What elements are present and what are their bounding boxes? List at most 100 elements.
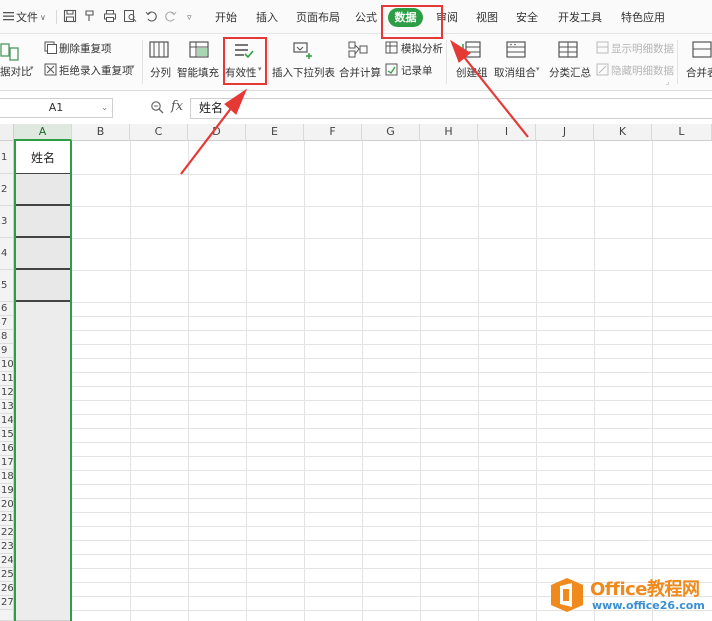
column-header-b[interactable]: B [72, 124, 130, 141]
column-header-f[interactable]: F [304, 124, 362, 141]
insert-dropdown-list-button[interactable]: 插入下拉列表 [272, 65, 335, 80]
row-header-13[interactable]: 13 [0, 400, 14, 414]
zoom-search-icon[interactable] [150, 100, 164, 114]
row-header-1[interactable]: 1 [0, 141, 14, 174]
save-icon[interactable] [63, 9, 77, 23]
cell-a5[interactable] [15, 270, 71, 302]
smart-fill-button[interactable]: 智能填充 [177, 65, 219, 80]
cell-a2[interactable] [15, 174, 71, 206]
sheet-grid[interactable]: A B C D E F G H I J K L 姓名 1 2 3 4 5 6 7… [0, 124, 712, 621]
show-detail-button[interactable]: 显示明细数据 [611, 41, 674, 56]
cell-a3[interactable] [15, 206, 71, 238]
group-expander-icon[interactable]: ⌟ [666, 78, 669, 86]
subtotal-icon [558, 40, 578, 60]
ungroup-button[interactable]: 取消组合 [494, 65, 536, 80]
column-header-l[interactable]: L [652, 124, 712, 141]
subtotal-button[interactable]: 分类汇总 [549, 65, 591, 80]
row-header-16[interactable]: 16 [0, 442, 14, 456]
tab-page-layout[interactable]: 页面布局 [296, 9, 340, 27]
record-form-button[interactable]: 记录单 [401, 63, 433, 78]
row-header-24[interactable]: 24 [0, 554, 14, 568]
row-header-8[interactable]: 8 [0, 330, 14, 344]
file-menu[interactable]: 文件 [16, 9, 38, 27]
tab-special-features[interactable]: 特色应用 [621, 9, 665, 27]
quick-access-dropdown-icon[interactable]: ▿ [187, 9, 192, 27]
select-all-corner[interactable] [0, 124, 14, 141]
consolidate-button[interactable]: 合并计算 [339, 65, 381, 80]
office26-watermark: Office教程网 www.office26.com [548, 575, 708, 615]
row-header-9[interactable]: 9 [0, 344, 14, 358]
insert-function-icon[interactable]: fx [171, 99, 183, 114]
row-header-25[interactable]: 25 [0, 568, 14, 582]
create-group-button[interactable]: 创建组 [456, 65, 488, 80]
data-validation-button[interactable]: 有效性 [225, 65, 257, 80]
column-header-k[interactable]: K [594, 124, 652, 141]
row-header-5[interactable]: 5 [0, 270, 14, 302]
row-header-7[interactable]: 7 [0, 316, 14, 330]
column-header-a[interactable]: A [14, 124, 72, 141]
redo-icon[interactable] [164, 9, 178, 23]
print-icon[interactable] [103, 9, 117, 23]
tab-data[interactable]: 数据 [388, 8, 423, 27]
tab-formulas[interactable]: 公式 [355, 9, 377, 27]
merge-tables-button[interactable]: 合并表 [686, 65, 712, 80]
row-header-19[interactable]: 19 [0, 484, 14, 498]
column-header-j[interactable]: J [536, 124, 594, 141]
hamburger-menu-icon[interactable] [2, 9, 16, 23]
tab-home[interactable]: 开始 [215, 9, 237, 27]
row-header-12[interactable]: 12 [0, 386, 14, 400]
row-header-18[interactable]: 18 [0, 470, 14, 484]
row-header-2[interactable]: 2 [0, 174, 14, 206]
text-to-columns-button[interactable]: 分列 [150, 65, 171, 80]
tab-review[interactable]: 审阅 [436, 9, 458, 27]
row-header-6[interactable]: 6 [0, 302, 14, 316]
column-header-h[interactable]: H [420, 124, 478, 141]
name-box-chevron-icon[interactable]: ⌄ [101, 99, 108, 117]
spreadsheet-window: 文件 ∨ ▿ 开始 插入 页面布局 公式 数据 审阅 视图 安全 开发工具 特色… [0, 0, 712, 621]
remove-duplicates-button[interactable]: 删除重复项 [59, 41, 112, 56]
column-header-e[interactable]: E [246, 124, 304, 141]
row-header-14[interactable]: 14 [0, 414, 14, 428]
row-header-20[interactable]: 20 [0, 498, 14, 512]
reject-duplicates-button[interactable]: 拒绝录入重复项 [59, 63, 133, 78]
row-header-10[interactable]: 10 [0, 358, 14, 372]
column-header-g[interactable]: G [362, 124, 420, 141]
reject-duplicates-chevron-icon[interactable]: ▾ [131, 63, 135, 71]
cell-a4[interactable] [15, 238, 71, 270]
text-to-columns-icon [149, 40, 169, 60]
row-header-26[interactable]: 26 [0, 582, 14, 596]
name-box[interactable]: A1 ⌄ [0, 98, 113, 118]
ungroup-chevron-icon[interactable]: ▾ [536, 65, 540, 73]
data-compare-button[interactable]: 据对比 [0, 64, 32, 79]
row-header-21[interactable]: 21 [0, 512, 14, 526]
row-header-11[interactable]: 11 [0, 372, 14, 386]
name-box-value: A1 [48, 101, 64, 114]
row-header-27[interactable]: 27 [0, 596, 14, 610]
row-header-3[interactable]: 3 [0, 206, 14, 238]
hide-detail-button[interactable]: 隐藏明细数据 [611, 63, 674, 78]
column-a-selection[interactable] [15, 302, 71, 621]
data-compare-chevron-icon[interactable]: ▾ [30, 64, 34, 72]
formula-input[interactable]: 姓名 [190, 98, 712, 119]
cell-a1[interactable]: 姓名 [15, 142, 71, 174]
what-if-analysis-icon [385, 41, 398, 54]
print-preview-icon[interactable] [123, 9, 137, 23]
data-validation-chevron-icon[interactable]: ▾ [258, 65, 262, 73]
row-header-4[interactable]: 4 [0, 238, 14, 270]
format-painter-icon[interactable] [83, 9, 97, 23]
row-header-15[interactable]: 15 [0, 428, 14, 442]
office-logo-icon [551, 578, 583, 612]
tab-developer[interactable]: 开发工具 [558, 9, 602, 27]
what-if-analysis-button[interactable]: 模拟分析 [401, 41, 443, 56]
tab-insert[interactable]: 插入 [256, 9, 278, 27]
row-header-22[interactable]: 22 [0, 526, 14, 540]
row-header-17[interactable]: 17 [0, 456, 14, 470]
column-header-i[interactable]: I [478, 124, 536, 141]
file-menu-chevron-icon[interactable]: ∨ [40, 9, 46, 27]
row-header-23[interactable]: 23 [0, 540, 14, 554]
column-header-c[interactable]: C [130, 124, 188, 141]
tab-security[interactable]: 安全 [516, 9, 538, 27]
tab-view[interactable]: 视图 [476, 9, 498, 27]
column-header-d[interactable]: D [188, 124, 246, 141]
undo-icon[interactable] [144, 9, 158, 23]
